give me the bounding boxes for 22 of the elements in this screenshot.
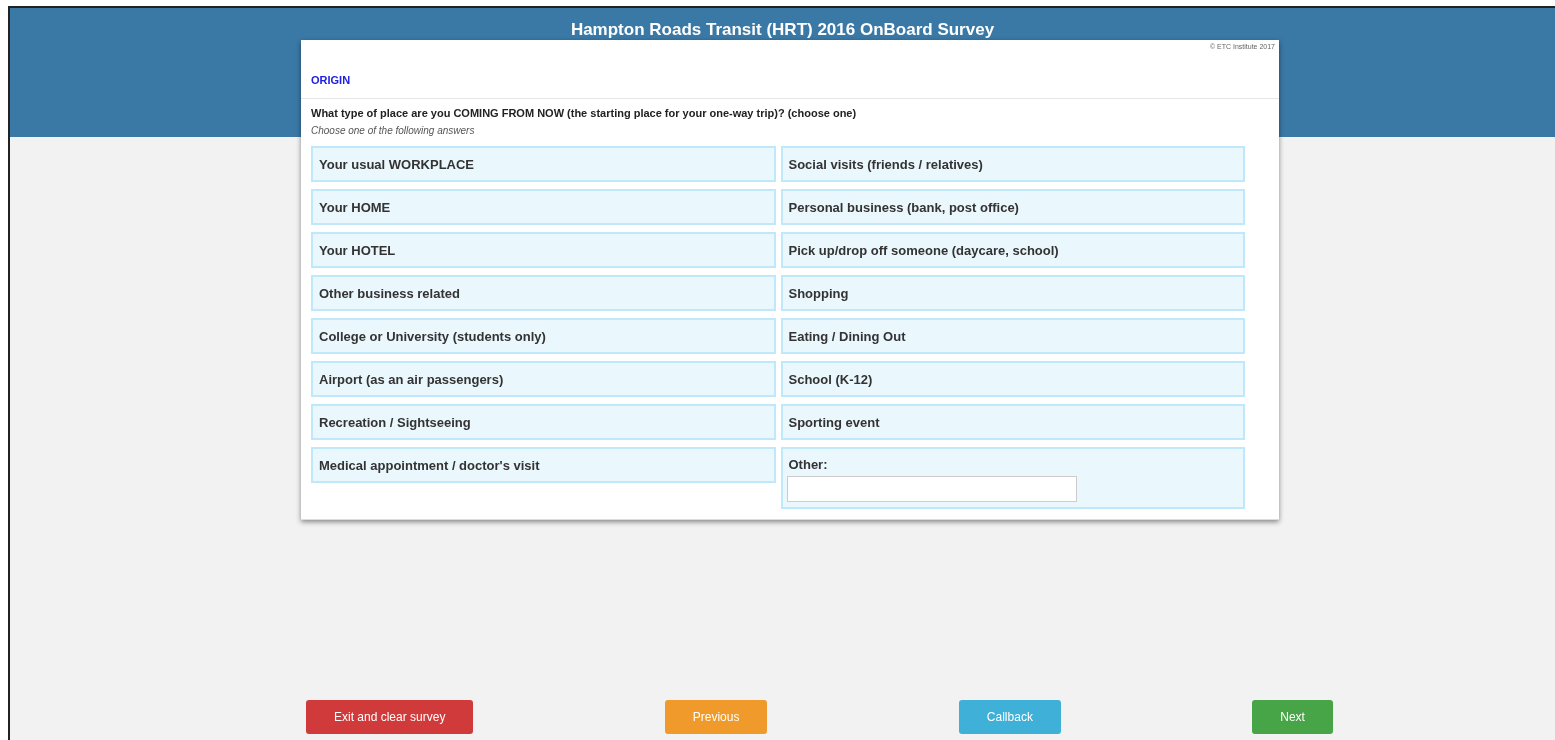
survey-title: Hampton Roads Transit (HRT) 2016 OnBoard Survey (569, 19, 996, 40)
answer-option[interactable]: Shopping (780, 275, 1245, 311)
answer-option[interactable]: College or University (students only) (311, 318, 776, 354)
other-label[interactable]: Other: (788, 457, 828, 472)
section-heading: ORIGIN (311, 74, 352, 86)
answer-option[interactable]: Your usual WORKPLACE (311, 146, 776, 182)
answer-option[interactable]: Airport (as an air passengers) (311, 361, 776, 397)
answer-option[interactable]: Personal business (bank, post office) (780, 189, 1245, 225)
answer-option[interactable]: Medical appointment / doctor's visit (311, 447, 776, 483)
answer-option[interactable]: Your HOTEL (311, 232, 776, 268)
nav-button[interactable]: Exit and clear survey (306, 700, 474, 734)
answer-option[interactable]: Recreation / Sightseeing (311, 404, 776, 440)
answer-option[interactable]: Other business related (311, 275, 776, 311)
answer-option[interactable]: School (K-12) (780, 361, 1245, 397)
answer-option[interactable]: Social visits (friends / relatives) (780, 146, 1245, 182)
answer-option[interactable]: Pick up/drop off someone (daycare, school) (780, 232, 1245, 268)
answer-option[interactable]: Eating / Dining Out (780, 318, 1245, 354)
hint-text: Choose one of the following answers (311, 125, 476, 136)
question-text: What type of place are you COMING FROM NOW (the starting place for your one-way trip)? (choose one) (301, 98, 1279, 119)
other-input-field[interactable] (786, 476, 1077, 502)
answer-option[interactable]: Sporting event (780, 404, 1245, 440)
answer-option[interactable]: Your HOME (311, 189, 776, 225)
